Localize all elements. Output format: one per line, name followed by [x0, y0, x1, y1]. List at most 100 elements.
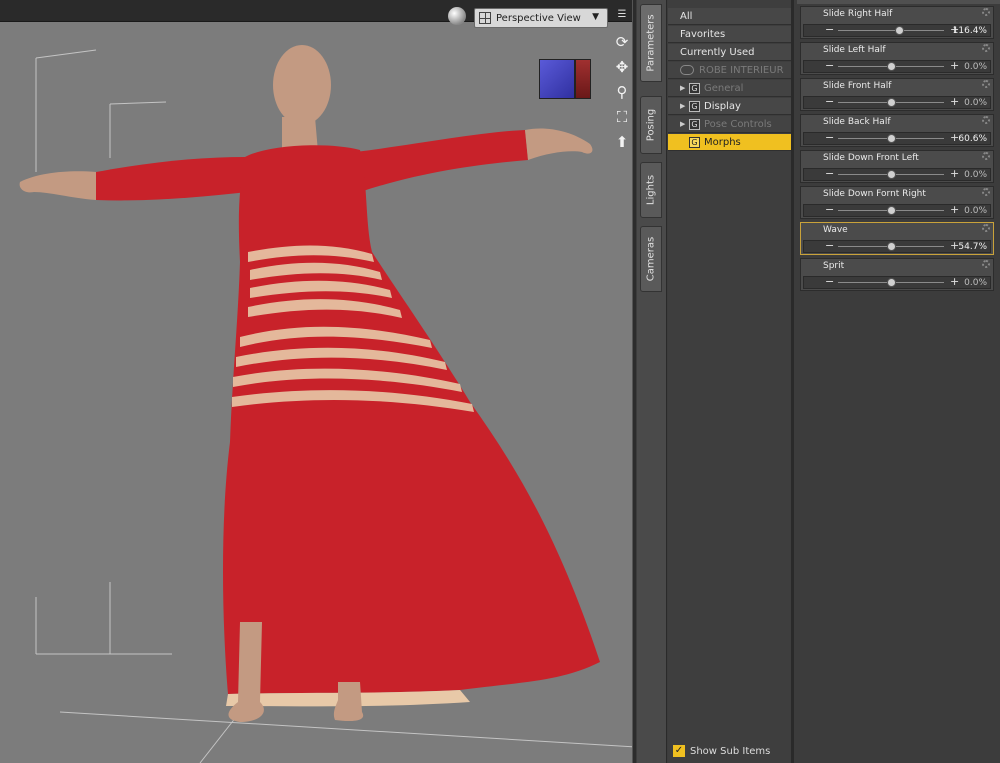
property-slider[interactable]: Slide Down Front Left − +0.0%	[800, 150, 994, 183]
navigation-tools: ⟳ ✥ ⚲ ⛶ ⬆	[610, 33, 634, 151]
viewport[interactable]: Perspective View ▼ ☰ ⟳ ✥ ⚲ ⛶ ⬆	[0, 0, 636, 763]
property-slider[interactable]: Slide Front Half − +0.0%	[800, 78, 994, 111]
slider-row[interactable]: − +116.4%	[803, 23, 991, 37]
group-icon: G	[689, 118, 700, 130]
show-sub-items-label: Show Sub Items	[690, 745, 771, 757]
property-slider[interactable]: Wave − +54.7%	[800, 222, 994, 255]
property-value[interactable]: 54.7%	[958, 242, 987, 252]
property-slider[interactable]: Slide Down Fornt Right − +0.0%	[800, 186, 994, 219]
tab-lights[interactable]: Lights	[640, 162, 662, 218]
menu-icon[interactable]: ☰	[614, 8, 630, 22]
increment-icon[interactable]: +	[950, 167, 959, 180]
group-icon: G	[689, 100, 700, 112]
pan-icon[interactable]: ✥	[613, 58, 631, 76]
gear-icon[interactable]	[982, 116, 990, 124]
group-icon: G	[689, 82, 700, 94]
increment-icon[interactable]: +	[950, 275, 959, 288]
property-value[interactable]: 0.0%	[964, 170, 987, 180]
decrement-icon[interactable]: −	[825, 167, 834, 180]
home-icon[interactable]: ⬆	[613, 133, 631, 151]
decrement-icon[interactable]: −	[825, 131, 834, 144]
tree-item-root[interactable]: ROBE INTERIEUR	[668, 62, 791, 79]
tree-item-pose-controls[interactable]: ▶ G Pose Controls	[668, 116, 791, 133]
tree-item-display[interactable]: ▶ G Display	[668, 98, 791, 115]
property-slider[interactable]: Slide Left Half − +0.0%	[800, 42, 994, 75]
increment-icon[interactable]: +	[950, 59, 959, 72]
slider-knob[interactable]	[887, 278, 896, 287]
gear-icon[interactable]	[982, 80, 990, 88]
slider-knob[interactable]	[887, 170, 896, 179]
property-value[interactable]: 0.0%	[964, 206, 987, 216]
decrement-icon[interactable]: −	[825, 275, 834, 288]
slider-row[interactable]: − +0.0%	[803, 275, 991, 289]
slider-row[interactable]: − +60.6%	[803, 131, 991, 145]
decrement-icon[interactable]: −	[825, 23, 834, 36]
property-value[interactable]: 60.6%	[958, 134, 987, 144]
decrement-icon[interactable]: −	[825, 239, 834, 252]
slider-knob[interactable]	[887, 134, 896, 143]
slider-row[interactable]: − +0.0%	[803, 59, 991, 73]
tree-item-label: Display	[704, 100, 741, 112]
expand-arrow-icon[interactable]: ▶	[680, 102, 689, 110]
expand-arrow-icon[interactable]: ▶	[680, 84, 689, 92]
frame-icon[interactable]: ⛶	[613, 108, 631, 126]
expand-arrow-spacer: ▶	[680, 138, 689, 146]
navigation-cube[interactable]	[539, 55, 591, 101]
property-value[interactable]: 0.0%	[964, 98, 987, 108]
slider-row[interactable]: − +0.0%	[803, 95, 991, 109]
zoom-icon[interactable]: ⚲	[613, 83, 631, 101]
property-value[interactable]: 0.0%	[964, 62, 987, 72]
slider-knob[interactable]	[887, 242, 896, 251]
tree-item-all[interactable]: All	[668, 8, 791, 25]
slider-row[interactable]: − +54.7%	[803, 239, 991, 253]
show-sub-items-toggle[interactable]: ✓ Show Sub Items	[673, 745, 770, 757]
gear-icon[interactable]	[982, 260, 990, 268]
gear-icon[interactable]	[982, 44, 990, 52]
slider-track[interactable]	[838, 170, 944, 179]
slider-track[interactable]	[838, 206, 944, 215]
decrement-icon[interactable]: −	[825, 59, 834, 72]
slider-track[interactable]	[838, 134, 944, 143]
slider-knob[interactable]	[887, 206, 896, 215]
property-value[interactable]: 116.4%	[953, 26, 987, 36]
tree-item-general[interactable]: ▶ G General	[668, 80, 791, 97]
property-slider[interactable]: Slide Back Half − +60.6%	[800, 114, 994, 147]
gear-icon[interactable]	[982, 8, 990, 16]
tree-item-label: All	[680, 10, 693, 22]
gear-icon[interactable]	[982, 224, 990, 232]
property-value[interactable]: 0.0%	[964, 278, 987, 288]
slider-track[interactable]	[838, 98, 944, 107]
decrement-icon[interactable]: −	[825, 95, 834, 108]
slider-knob[interactable]	[887, 98, 896, 107]
expand-arrow-icon[interactable]: ▶	[680, 120, 689, 128]
gear-icon[interactable]	[982, 152, 990, 160]
tree-item-currently-used[interactable]: Currently Used	[668, 44, 791, 61]
property-slider[interactable]: Sprit − +0.0%	[800, 258, 994, 291]
tree-item-morphs[interactable]: ▶ G Morphs	[668, 134, 791, 151]
slider-row[interactable]: − +0.0%	[803, 167, 991, 181]
cube-side-face[interactable]	[575, 59, 591, 99]
slider-track[interactable]	[838, 26, 944, 35]
properties-header	[797, 0, 1000, 4]
tab-parameters[interactable]: Parameters	[640, 4, 662, 82]
slider-track[interactable]	[838, 278, 944, 287]
tab-posing[interactable]: Posing	[640, 96, 662, 154]
tree-item-favorites[interactable]: Favorites	[668, 26, 791, 43]
slider-track[interactable]	[838, 62, 944, 71]
slider-knob[interactable]	[887, 62, 896, 71]
tab-label: Parameters	[645, 14, 657, 72]
checkbox-checked-icon[interactable]: ✓	[673, 745, 685, 757]
cube-front-face[interactable]	[539, 59, 575, 99]
increment-icon[interactable]: +	[950, 95, 959, 108]
property-slider[interactable]: Slide Right Half − +116.4%	[800, 6, 994, 39]
panel-divider[interactable]	[632, 0, 636, 763]
orbit-icon[interactable]: ⟳	[613, 33, 631, 51]
tree-item-label: Favorites	[680, 28, 726, 40]
slider-track[interactable]	[838, 242, 944, 251]
gear-icon[interactable]	[982, 188, 990, 196]
decrement-icon[interactable]: −	[825, 203, 834, 216]
tab-cameras[interactable]: Cameras	[640, 226, 662, 292]
increment-icon[interactable]: +	[950, 203, 959, 216]
slider-knob[interactable]	[895, 26, 904, 35]
slider-row[interactable]: − +0.0%	[803, 203, 991, 217]
